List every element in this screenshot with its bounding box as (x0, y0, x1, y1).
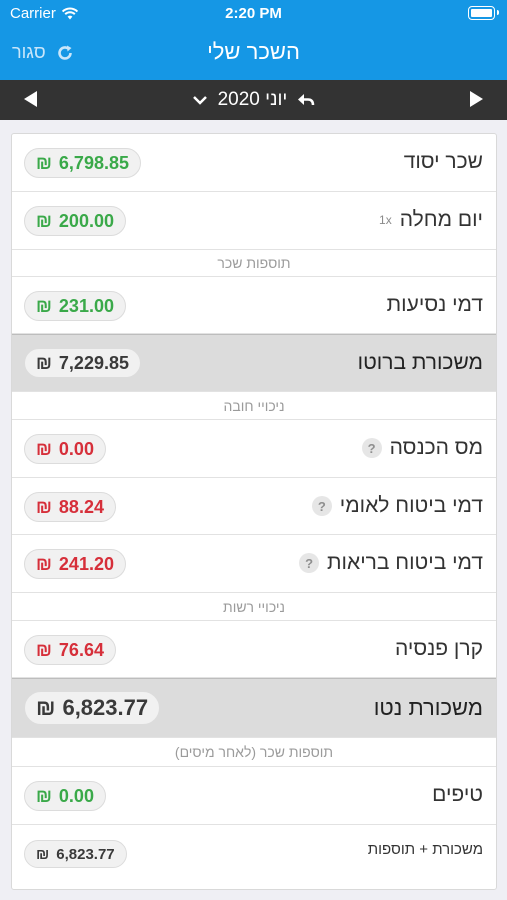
amount-value: 7,229.85 (58, 352, 129, 373)
section-header-post-tax: תוספות שכר (לאחר מיסים) (12, 738, 496, 767)
row-travel: דמי נסיעות ₪ 231.00 (12, 277, 496, 334)
shekel-icon: ₪ (36, 438, 52, 459)
gross-salary-label: משכורת ברוטו (357, 351, 483, 374)
amount-value: 0.00 (58, 785, 94, 806)
row-national-insurance: דמי ביטוח לאומי? ₪ 88.24 (12, 478, 496, 535)
amount-value: 76.64 (58, 639, 104, 660)
chevron-down-icon (192, 96, 207, 105)
battery-icon (468, 6, 499, 20)
sick-day-amount[interactable]: ₪ 200.00 (24, 206, 126, 236)
section-header-mandatory: ניכויי חובה (12, 392, 496, 420)
amount-value: 200.00 (58, 210, 114, 231)
section-header-optional: ניכויי רשות (12, 593, 496, 621)
travel-amount[interactable]: ₪ 231.00 (24, 291, 126, 321)
amount-value: 0.00 (58, 438, 94, 459)
row-pension: קרן פנסיה ₪ 76.64 (12, 621, 496, 678)
shekel-icon: ₪ (36, 695, 56, 720)
nav-bar: סגור השכר שלי (0, 28, 507, 80)
health-insurance-text: דמי ביטוח בריאות (327, 551, 483, 574)
income-tax-label: מס הכנסה? (361, 436, 483, 460)
shekel-icon: ₪ (36, 352, 52, 373)
amount-value: 6,798.85 (58, 152, 129, 173)
pension-amount[interactable]: ₪ 76.64 (24, 635, 116, 665)
pension-label: קרן פנסיה (395, 637, 483, 660)
shekel-icon: ₪ (36, 639, 52, 660)
tips-amount[interactable]: ₪ 0.00 (24, 781, 106, 811)
amount-value: 88.24 (58, 496, 104, 517)
amount-value: 6,823.77 (56, 845, 115, 863)
national-insurance-amount[interactable]: ₪ 88.24 (24, 492, 116, 522)
total-amount: ₪ 6,823.77 (24, 840, 127, 868)
shekel-icon: ₪ (36, 553, 52, 574)
salary-card: שכר יסוד ₪ 6,798.85 יום מחלה1x ₪ 200.00 … (11, 133, 497, 890)
income-tax-amount[interactable]: ₪ 0.00 (24, 434, 106, 464)
total-label: משכורת + תוספות (367, 841, 483, 858)
row-net-salary: משכורת נטו ₪ 6,823.77 (12, 678, 496, 738)
row-gross-salary: משכורת ברוטו ₪ 7,229.85 (12, 334, 496, 392)
reply-arrow-icon[interactable] (297, 92, 315, 108)
income-tax-text: מס הכנסה (389, 436, 483, 459)
travel-label: דמי נסיעות (386, 293, 483, 316)
health-insurance-amount[interactable]: ₪ 241.20 (24, 549, 126, 579)
shekel-icon: ₪ (36, 785, 52, 806)
shekel-icon: ₪ (36, 496, 52, 517)
national-insurance-label: דמי ביטוח לאומי? (311, 494, 483, 518)
row-sick-day: יום מחלה 1x ₪ 200.00 (12, 192, 496, 250)
row-income-tax: מס הכנסה? ₪ 0.00 (12, 420, 496, 478)
gross-salary-amount: ₪ 7,229.85 (24, 348, 141, 378)
health-insurance-label: דמי ביטוח בריאות? (299, 551, 483, 575)
help-icon[interactable]: ? (299, 553, 320, 574)
sick-day-text: יום מחלה (399, 208, 483, 231)
national-insurance-text: דמי ביטוח לאומי (339, 494, 483, 517)
month-label: יוני 2020 (217, 89, 288, 110)
net-salary-amount: ₪ 6,823.77 (24, 691, 161, 725)
tips-label: טיפים (432, 783, 483, 806)
row-base-salary: שכר יסוד ₪ 6,798.85 (12, 134, 496, 192)
net-salary-label: משכורת נטו (373, 695, 483, 720)
shekel-icon: ₪ (36, 152, 52, 173)
shekel-icon: ₪ (36, 210, 52, 231)
status-bar: Carrier 2:20 PM (0, 0, 507, 28)
row-tips: טיפים ₪ 0.00 (12, 767, 496, 825)
clock: 2:20 PM (225, 5, 282, 22)
base-salary-amount[interactable]: ₪ 6,798.85 (24, 148, 141, 178)
shekel-icon: ₪ (36, 295, 52, 316)
month-selector-bar: יוני 2020 (0, 80, 507, 120)
help-icon[interactable]: ? (311, 496, 332, 517)
page-title: השכר שלי (207, 39, 300, 64)
amount-value: 241.20 (58, 553, 114, 574)
next-month-button[interactable] (470, 91, 483, 107)
sick-day-multiplier: 1x (379, 213, 392, 228)
base-salary-label: שכר יסוד (403, 150, 483, 173)
section-header-additions: תוספות שכר (12, 250, 496, 277)
month-picker[interactable]: יוני 2020 (0, 89, 507, 111)
amount-value: 231.00 (58, 295, 114, 316)
row-health-insurance: דמי ביטוח בריאות? ₪ 241.20 (12, 535, 496, 593)
row-total: משכורת + תוספות ₪ 6,823.77 (12, 825, 496, 889)
shekel-icon: ₪ (36, 845, 50, 863)
sick-day-label: יום מחלה 1x (379, 208, 483, 232)
help-icon[interactable]: ? (361, 438, 382, 459)
amount-value: 6,823.77 (62, 695, 149, 720)
